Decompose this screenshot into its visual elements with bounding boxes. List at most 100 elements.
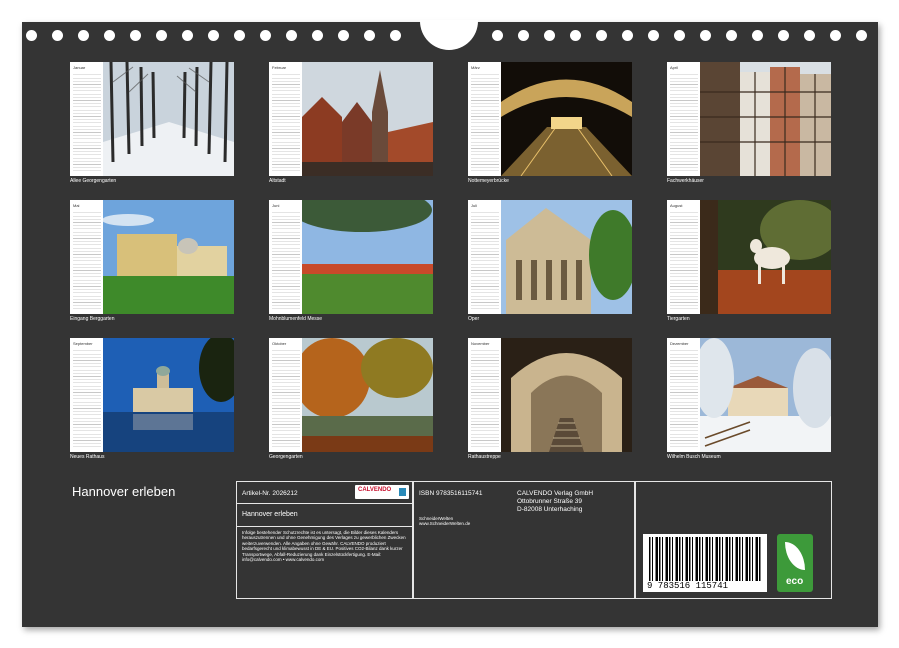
photo-oper bbox=[501, 200, 632, 314]
binding-hole bbox=[726, 30, 737, 41]
day-lines bbox=[670, 210, 698, 310]
divider bbox=[237, 526, 413, 527]
binding-hole bbox=[26, 30, 37, 41]
caption: Georgengarten bbox=[269, 454, 303, 460]
barcode: 9 783516 115741 bbox=[643, 534, 767, 592]
publisher-name: CALVENDO Verlag GmbH bbox=[517, 490, 594, 497]
info-box-right: 9 783516 115741 eco bbox=[634, 481, 832, 599]
binding-hole bbox=[312, 30, 323, 41]
month-name: Juni bbox=[272, 203, 280, 208]
caption: Oper bbox=[468, 316, 480, 322]
calendar-grid: September bbox=[70, 338, 103, 452]
month-thumbnail-dezember: Dezember bbox=[667, 338, 831, 452]
photo-rathaustreppe bbox=[501, 338, 632, 452]
article-number: Artikel-Nr. 2026212 bbox=[242, 490, 298, 497]
caption: Mohnblumenfeld Messe bbox=[269, 316, 323, 322]
month-name: Dezember bbox=[670, 341, 689, 346]
calendar-grid: Januar bbox=[70, 62, 103, 176]
binding-hole bbox=[390, 30, 401, 41]
calendar-grid: Juni bbox=[269, 200, 302, 314]
photo-allee bbox=[103, 62, 234, 176]
calendar-grid: Juli bbox=[468, 200, 501, 314]
month-thumbnail-januar: Januar bbox=[70, 62, 234, 176]
photo-georgengarten bbox=[302, 338, 433, 452]
publisher-street: Ottobrunner Straße 39 bbox=[517, 498, 583, 505]
product-title: Hannover erleben bbox=[242, 511, 298, 518]
photo-fachwerk bbox=[700, 62, 831, 176]
month-thumbnail-september: September bbox=[70, 338, 234, 452]
day-lines bbox=[272, 210, 300, 310]
month-name: Mai bbox=[73, 203, 80, 208]
caption: Eingang Berggarten bbox=[70, 316, 115, 322]
barcode-bars bbox=[649, 537, 761, 581]
month-name: November bbox=[471, 341, 490, 346]
binding-hole bbox=[856, 30, 867, 41]
caption: Wilhelm Busch Museum bbox=[667, 454, 721, 460]
month-thumbnail-mai: Mai bbox=[70, 200, 234, 314]
day-lines bbox=[272, 348, 300, 448]
calendar-grid: August bbox=[667, 200, 700, 314]
binding-hole bbox=[648, 30, 659, 41]
isbn: ISBN 9783516115741 bbox=[419, 490, 483, 497]
photo-mohnfeld bbox=[302, 200, 433, 314]
info-box-left: Artikel-Nr. 2026212 CALVENDO Hannover er… bbox=[236, 481, 414, 599]
binding-hole bbox=[130, 30, 141, 41]
day-lines bbox=[272, 72, 300, 172]
author-url: www.SchneiderWelten.de bbox=[419, 521, 471, 526]
month-name: Januar bbox=[73, 65, 86, 70]
binding-hole bbox=[234, 30, 245, 41]
month-name: Februar bbox=[272, 65, 287, 70]
calendar-grid: Februar bbox=[269, 62, 302, 176]
calendar-grid: März bbox=[468, 62, 501, 176]
binding-hole bbox=[78, 30, 89, 41]
binding-hole bbox=[260, 30, 271, 41]
caption: Altstadt bbox=[269, 178, 286, 184]
month-name: April bbox=[670, 65, 679, 70]
binding-hole bbox=[156, 30, 167, 41]
leaf-icon bbox=[785, 542, 805, 570]
month-thumbnail-november: November bbox=[468, 338, 632, 452]
caption: Tiergarten bbox=[667, 316, 690, 322]
binding-hole bbox=[778, 30, 789, 41]
caption: Neues Rathaus bbox=[70, 454, 105, 460]
calendar-grid: Oktober bbox=[269, 338, 302, 452]
photo-wilhelm-busch-museum bbox=[700, 338, 831, 452]
legal-text: Infolge bestehender Schutzrechte ist es … bbox=[242, 530, 406, 563]
binding-hole bbox=[804, 30, 815, 41]
day-lines bbox=[670, 72, 698, 172]
binding-hole bbox=[752, 30, 763, 41]
day-lines bbox=[73, 210, 101, 310]
caption: Allee Georgengarten bbox=[70, 178, 117, 184]
binding-hole bbox=[518, 30, 529, 41]
month-thumbnail-juli: Juli bbox=[468, 200, 632, 314]
calendar-grid: Dezember bbox=[667, 338, 700, 452]
calvendo-logo-text: CALVENDO bbox=[358, 487, 392, 493]
eco-label: eco bbox=[786, 576, 804, 587]
barcode-digits: 9 783516 115741 bbox=[647, 581, 729, 591]
month-thumbnail-februar: Februar bbox=[269, 62, 433, 176]
calvendo-logo: CALVENDO bbox=[355, 485, 409, 499]
binding-hole bbox=[182, 30, 193, 41]
day-lines bbox=[471, 210, 499, 310]
photo-tiergarten bbox=[700, 200, 831, 314]
binding-hole bbox=[544, 30, 555, 41]
binding-hole bbox=[596, 30, 607, 41]
binding-hole bbox=[104, 30, 115, 41]
binding-hole bbox=[570, 30, 581, 41]
month-thumbnail-oktober: Oktober bbox=[269, 338, 433, 452]
divider bbox=[237, 503, 413, 504]
binding-hole bbox=[700, 30, 711, 41]
caption: Nottemeyerbrücke bbox=[468, 178, 509, 184]
binding-hole bbox=[338, 30, 349, 41]
month-name: März bbox=[471, 65, 480, 70]
month-name: September bbox=[73, 341, 93, 346]
publisher-city: D-82008 Unterhaching bbox=[517, 506, 583, 513]
day-lines bbox=[670, 348, 698, 448]
binding-hole bbox=[208, 30, 219, 41]
calendar-grid: November bbox=[468, 338, 501, 452]
caption: Fachwerkhäuser bbox=[667, 178, 704, 184]
binding-hole bbox=[830, 30, 841, 41]
month-thumbnail-maerz: März bbox=[468, 62, 632, 176]
day-lines bbox=[471, 72, 499, 172]
day-lines bbox=[73, 348, 101, 448]
